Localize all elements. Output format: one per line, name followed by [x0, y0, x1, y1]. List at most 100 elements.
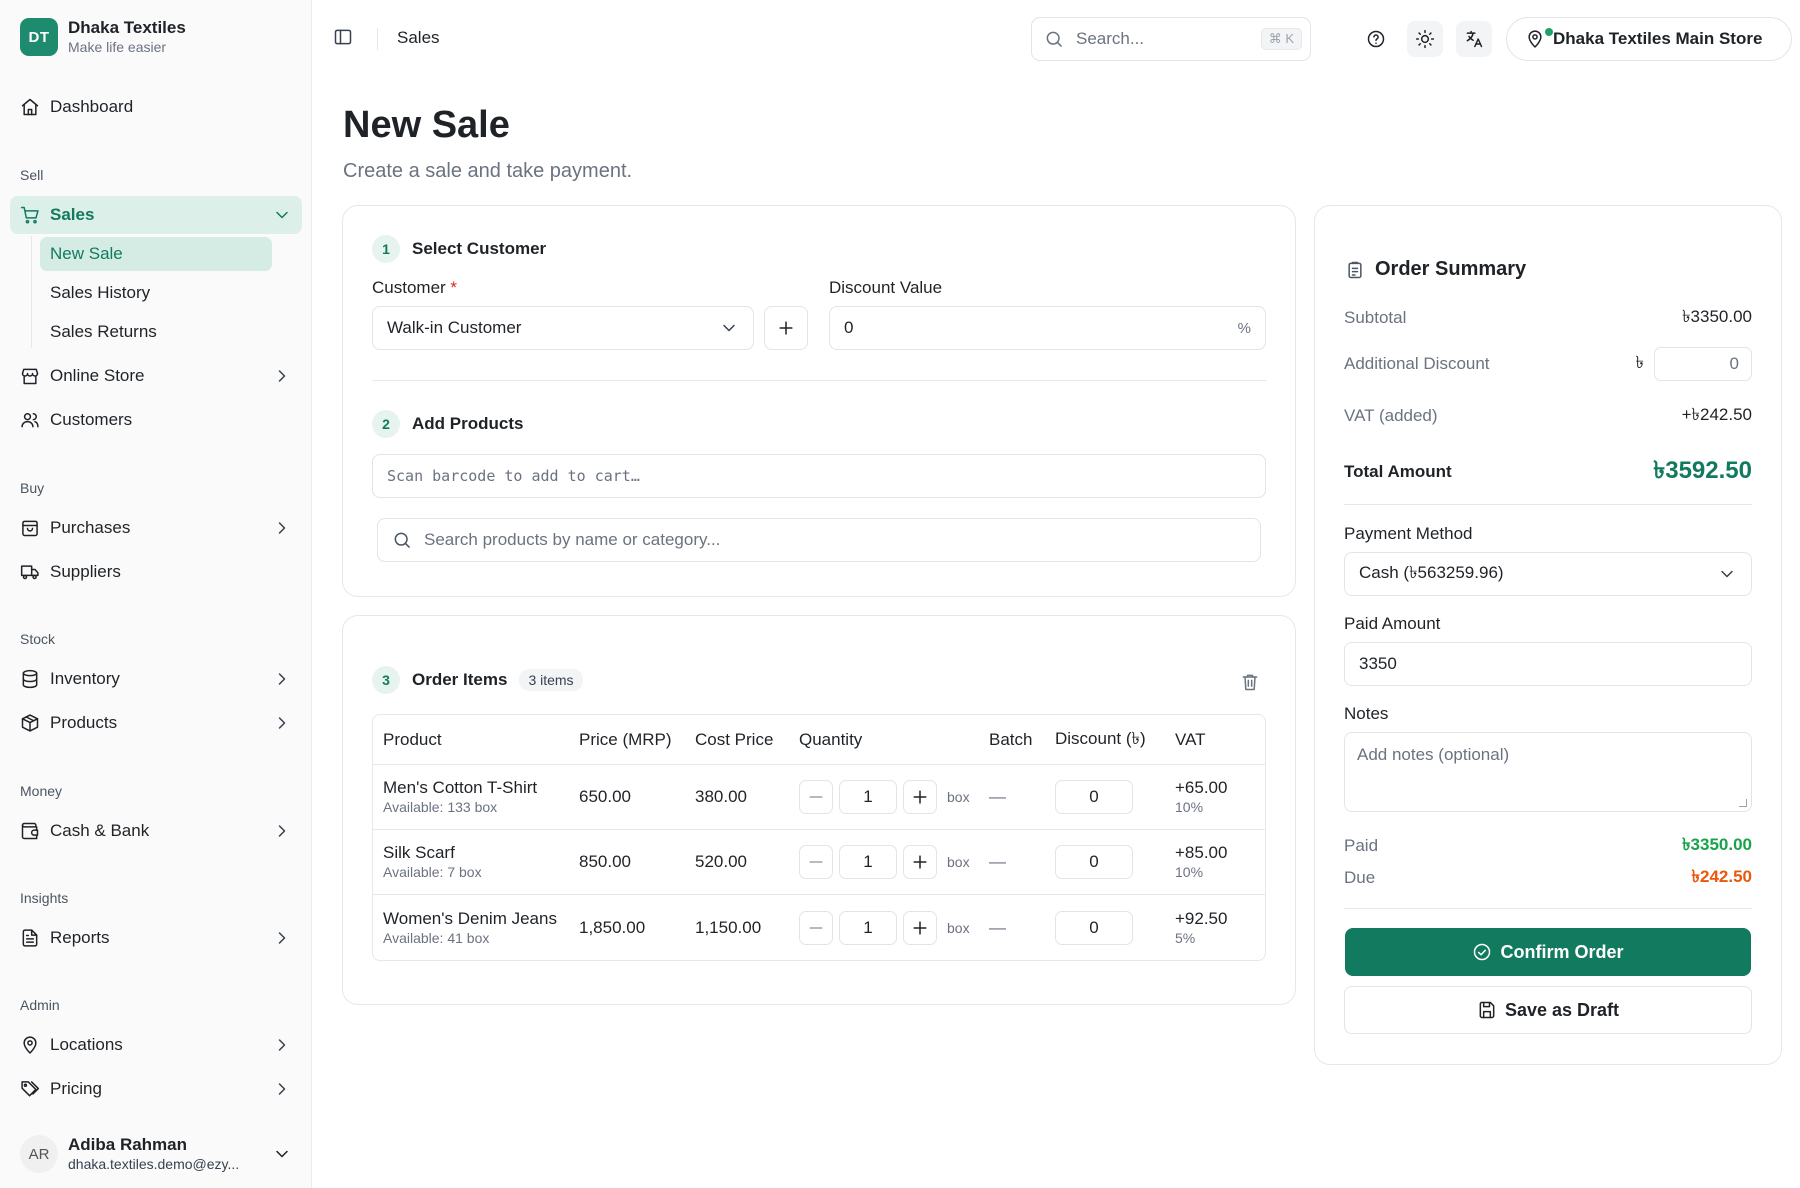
increase-qty-button[interactable] — [903, 780, 937, 814]
paid-amount-input[interactable]: 3350 — [1344, 642, 1752, 686]
help-circle-icon — [1366, 29, 1386, 49]
global-search[interactable]: Search... ⌘ K — [1031, 17, 1311, 61]
sidebar-item-label: Purchases — [50, 518, 131, 537]
theme-toggle-button[interactable] — [1407, 21, 1443, 57]
summary-divider — [1344, 908, 1752, 909]
product-availability: Available: 41 box — [383, 929, 490, 946]
step-badge: 3 — [372, 666, 400, 694]
sidebar-subitem-sales-history[interactable]: Sales History — [40, 276, 272, 310]
additional-discount-input[interactable]: 0 — [1654, 347, 1752, 381]
sidebar-item-purchases[interactable]: Purchases — [10, 509, 302, 547]
resize-handle-icon[interactable] — [1739, 799, 1747, 807]
confirm-order-button[interactable]: Confirm Order — [1345, 928, 1751, 976]
due-value: ৳242.50 — [1691, 867, 1752, 886]
sidebar-item-cash-bank[interactable]: Cash & Bank — [10, 812, 302, 850]
user-menu[interactable]: AR Adiba Rahman dhaka.textiles.demo@ezy.… — [20, 1130, 292, 1178]
quantity-input[interactable]: 1 — [839, 910, 897, 945]
subtotal-value: ৳3350.00 — [1682, 307, 1752, 326]
customer-select-value: Walk-in Customer — [387, 318, 522, 337]
vat-amount: +65.00 — [1175, 778, 1228, 797]
quantity-input[interactable]: 1 — [839, 780, 897, 814]
total-value: ৳3592.50 — [1653, 457, 1752, 484]
sidebar-item-label: Products — [50, 713, 118, 732]
discount-value: 0 — [844, 318, 854, 337]
cost-cell: 380.00 — [695, 787, 747, 806]
trash-icon[interactable] — [1240, 672, 1260, 692]
brand-tagline: Make life easier — [68, 39, 167, 55]
sidebar-item-label: Inventory — [50, 669, 120, 688]
sidebar-item-pricing[interactable]: Pricing — [10, 1070, 302, 1108]
database-icon — [20, 669, 40, 689]
customer-select[interactable]: Walk-in Customer — [372, 306, 754, 350]
decrease-qty-button[interactable] — [799, 780, 833, 814]
vat-amount: +85.00 — [1175, 843, 1228, 862]
decrease-qty-button[interactable] — [799, 910, 833, 945]
quantity-unit: box — [947, 919, 970, 936]
paid-label: Paid — [1344, 836, 1379, 855]
store-selector[interactable]: Dhaka Textiles Main Store — [1506, 17, 1792, 61]
search-placeholder: Search... — [1076, 29, 1145, 48]
sidebar-item-inventory[interactable]: Inventory — [10, 660, 302, 698]
nav-section-sell: Sell — [20, 167, 44, 183]
step-title: Order Items — [412, 670, 508, 689]
user-name: Adiba Rahman — [68, 1135, 188, 1154]
additional-discount-label: Additional Discount — [1344, 354, 1490, 373]
discount-value-input[interactable]: 0 % — [829, 306, 1266, 350]
items-count-badge: 3 items — [519, 669, 583, 691]
sidebar-item-reports[interactable]: Reports — [10, 919, 302, 957]
sidebar-subitem-sales-returns[interactable]: Sales Returns — [40, 315, 272, 349]
sidebar-toggle-icon[interactable] — [333, 27, 353, 47]
sidebar-item-suppliers[interactable]: Suppliers — [10, 553, 302, 591]
due-row: Due ৳242.50 — [1344, 864, 1752, 892]
sidebar-item-dashboard[interactable]: Dashboard — [10, 88, 302, 126]
sidebar-item-customers[interactable]: Customers — [10, 401, 302, 439]
vat-rate: 5% — [1175, 929, 1196, 946]
increase-qty-button[interactable] — [903, 845, 937, 879]
row-discount-input[interactable]: 0 — [1055, 780, 1133, 814]
column-header: Batch — [989, 729, 1033, 749]
decrease-qty-button[interactable] — [799, 845, 833, 879]
chevron-right-icon — [272, 518, 292, 538]
step-order-items: 3 Order Items 3 items — [372, 666, 583, 694]
store-status-dot — [1545, 28, 1553, 36]
map-pin-icon — [20, 1035, 40, 1055]
payment-method-value: Cash (৳563259.96) — [1359, 563, 1504, 582]
subtotal-label: Subtotal — [1344, 308, 1407, 327]
shopping-bag-icon — [20, 518, 40, 538]
sidebar-item-products[interactable]: Products — [10, 704, 302, 742]
increase-qty-button[interactable] — [903, 910, 937, 945]
users-icon — [20, 410, 40, 430]
step-title: Select Customer — [412, 239, 547, 258]
quantity-input[interactable]: 1 — [839, 845, 897, 879]
plus-icon — [776, 318, 796, 338]
minus-icon — [806, 918, 826, 938]
help-button[interactable] — [1358, 21, 1394, 57]
subtotal-row: Subtotal ৳3350.00 — [1344, 304, 1752, 332]
sidebar-item-locations[interactable]: Locations — [10, 1026, 302, 1064]
save-icon — [1477, 1000, 1497, 1020]
product-search-input[interactable]: Search products by name or category... — [377, 518, 1261, 562]
sidebar-item-online-store[interactable]: Online Store — [10, 357, 302, 395]
row-discount-input[interactable]: 0 — [1055, 910, 1133, 945]
barcode-input[interactable]: Scan barcode to add to cart… — [372, 454, 1266, 498]
language-button[interactable] — [1456, 21, 1492, 57]
due-label: Due — [1344, 868, 1376, 887]
chevron-right-icon — [272, 366, 292, 386]
sidebar-item-label: Customers — [50, 410, 133, 429]
sidebar-subitem-new-sale[interactable]: New Sale — [40, 237, 272, 271]
save-draft-button[interactable]: Save as Draft — [1344, 986, 1752, 1034]
column-header: Discount (৳) — [1055, 728, 1146, 748]
chevron-right-icon — [272, 928, 292, 948]
product-name: Women's Denim Jeans — [383, 908, 557, 928]
breadcrumb[interactable]: Sales — [397, 28, 440, 48]
price-cell: 1,850.00 — [579, 917, 646, 937]
table-row: Silk Scarf Available: 7 box 850.00 520.0… — [373, 830, 1265, 895]
payment-method-select[interactable]: Cash (৳563259.96) — [1344, 552, 1752, 596]
chevron-down-icon — [272, 205, 292, 225]
brand[interactable]: DT Dhaka Textiles Make life easier — [20, 18, 186, 56]
add-customer-button[interactable] — [764, 306, 808, 350]
row-discount-input[interactable]: 0 — [1055, 845, 1133, 879]
notes-textarea[interactable]: Add notes (optional) — [1344, 732, 1752, 812]
sidebar-item-sales[interactable]: Sales — [10, 196, 302, 234]
nav-section-admin: Admin — [20, 997, 60, 1013]
